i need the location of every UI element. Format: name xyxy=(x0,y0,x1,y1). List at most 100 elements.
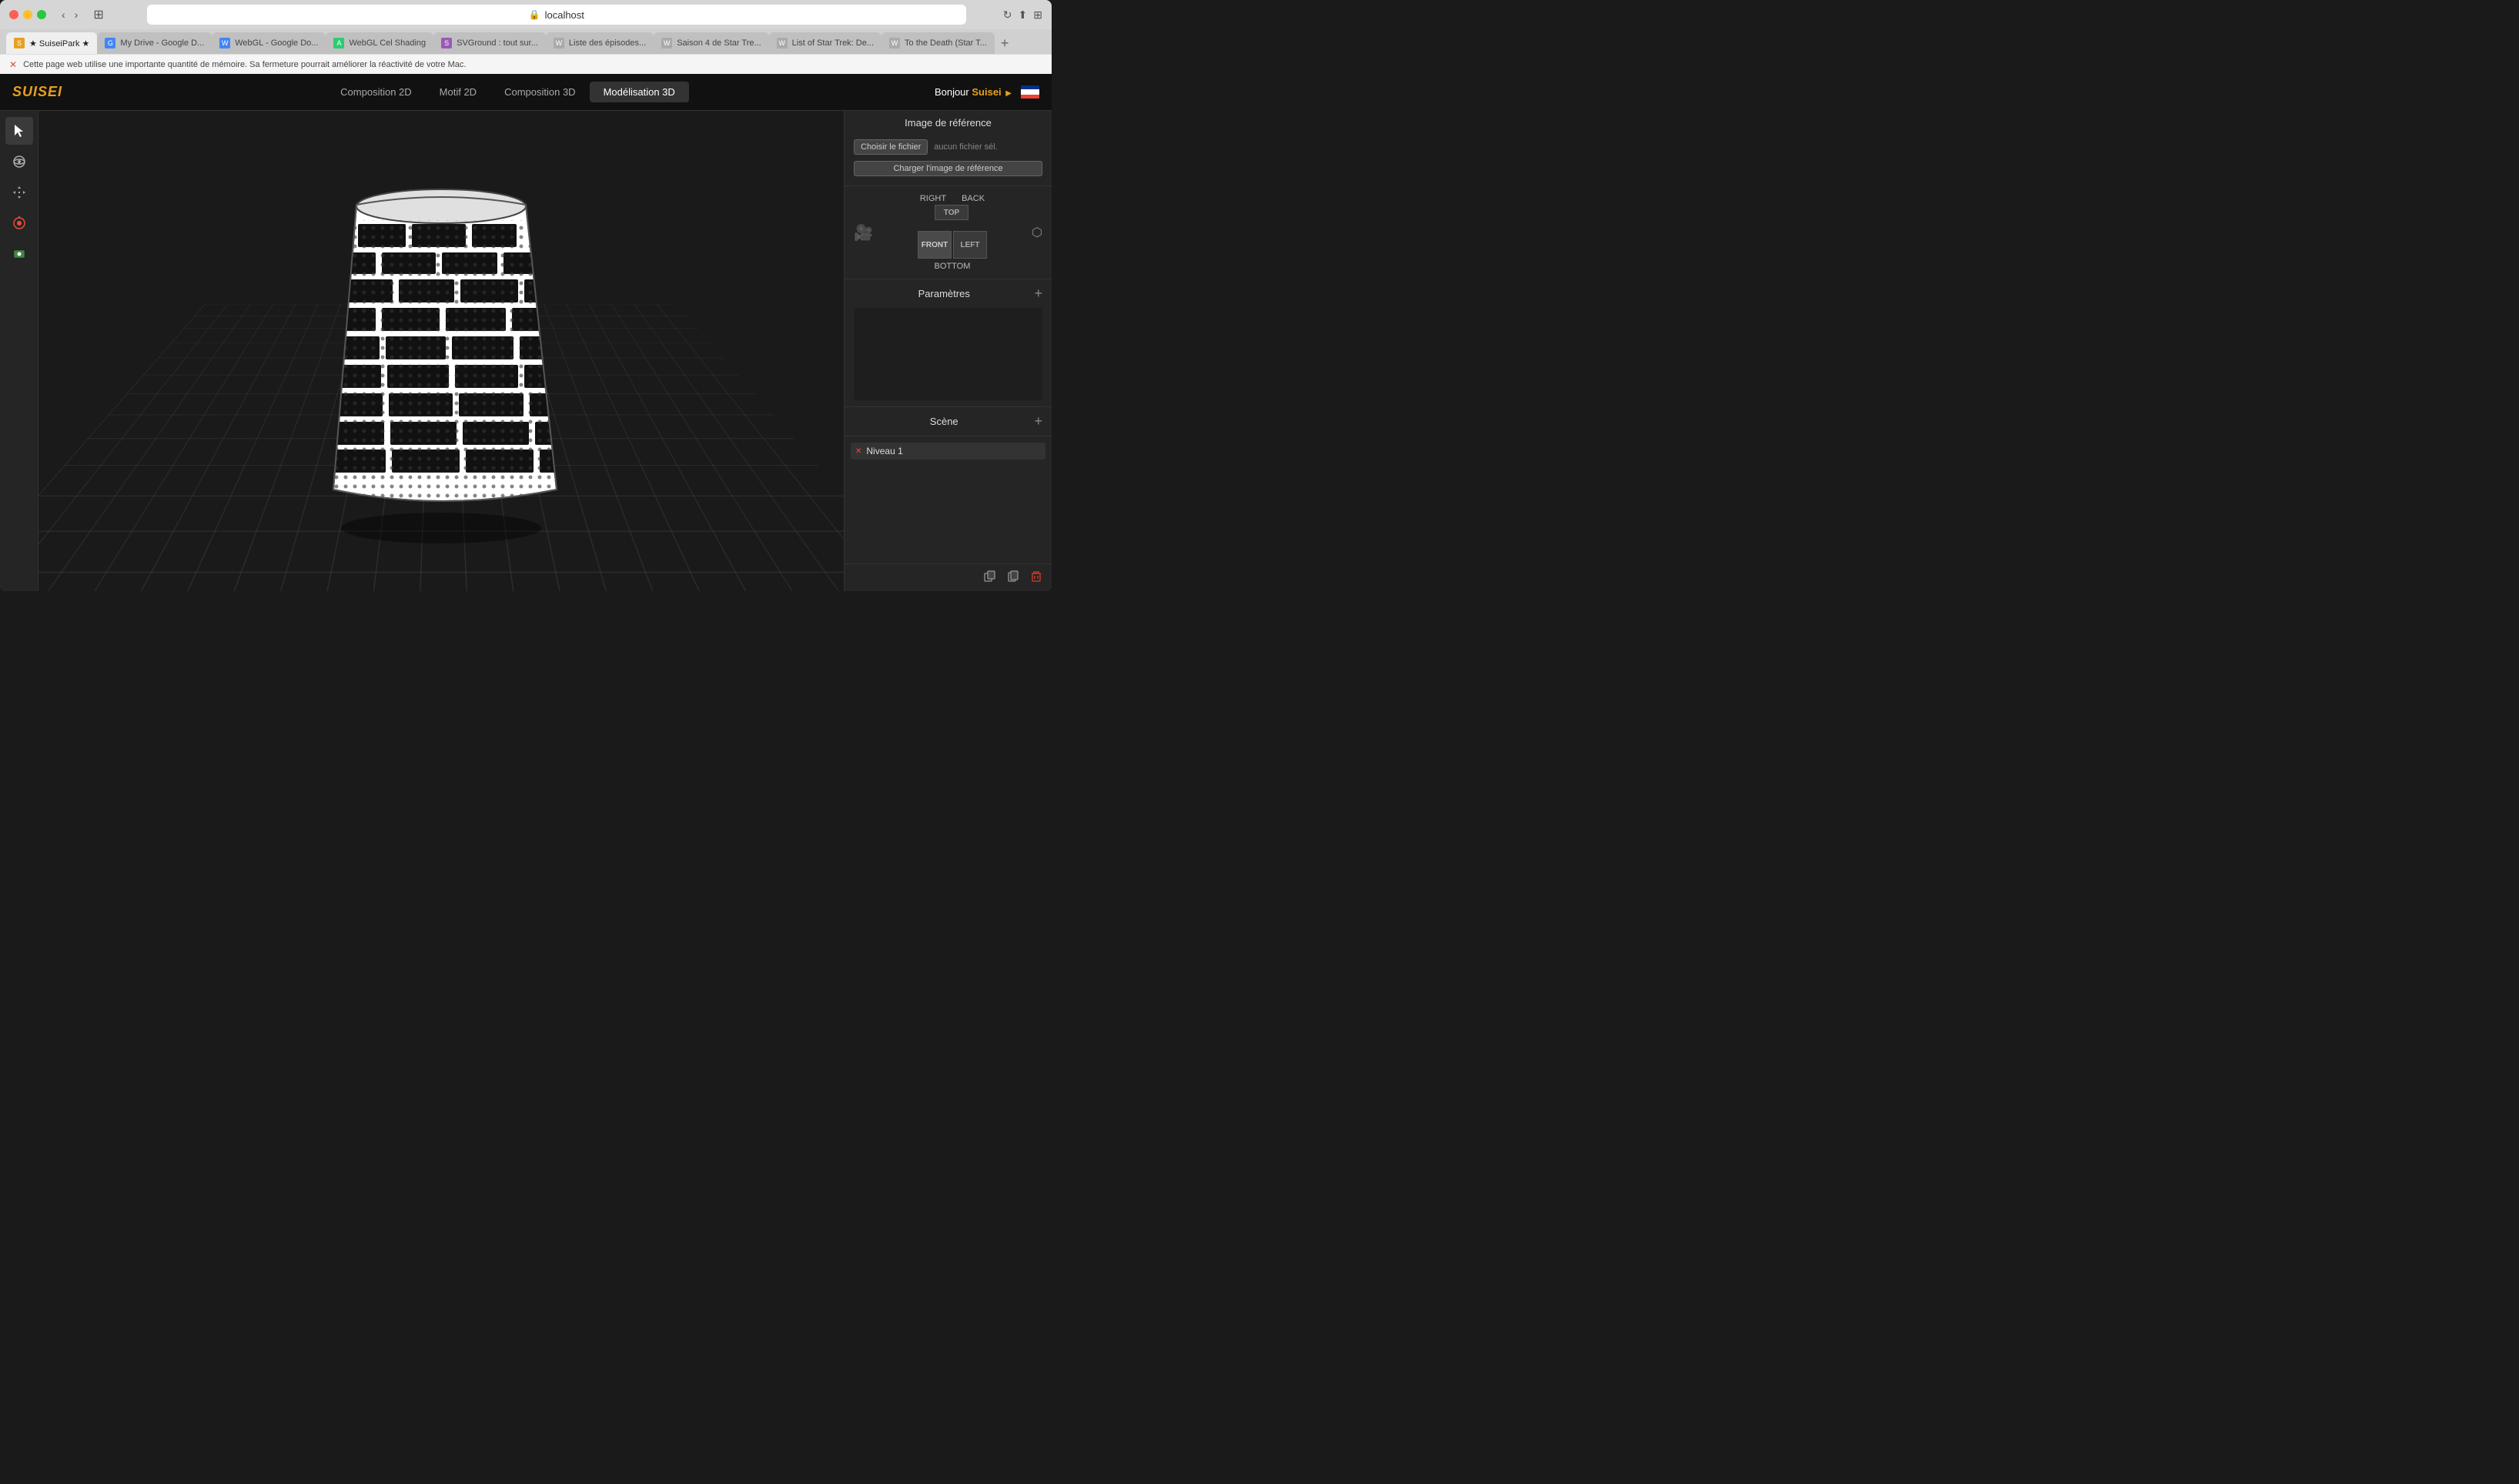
scene-body: ✕ Niveau 1 xyxy=(845,436,1052,563)
duplicate-icon xyxy=(984,570,996,583)
tab-to-the-death[interactable]: W To the Death (Star T... xyxy=(881,32,995,54)
viewport-3d[interactable] xyxy=(38,111,844,591)
info-bar: ✕ Cette page web utilise une importante … xyxy=(0,54,1052,74)
tab-svground[interactable]: SSVGround : tout sur... xyxy=(433,32,546,54)
scene-item-icon: ✕ xyxy=(855,447,861,456)
camera-icon: 🎥 xyxy=(854,223,873,242)
play-icon[interactable]: ▶ xyxy=(1005,89,1012,98)
workspace: Image de référence Choisir le fichier au… xyxy=(0,111,1052,591)
parametres-body xyxy=(854,308,1042,400)
tab-suiseipark[interactable]: S ★ SuiseiPark ★ xyxy=(6,32,97,54)
minimize-button[interactable] xyxy=(23,10,32,19)
layer-icon xyxy=(12,246,27,262)
tab-list-star-trek[interactable]: W List of Star Trek: De... xyxy=(769,32,881,54)
header-right: Bonjour Suisei ▶ xyxy=(935,85,1039,99)
tab-label: Liste des épisodes... xyxy=(569,38,646,48)
tab-favicon: W xyxy=(777,38,788,48)
back-nav-button[interactable]: ‹ xyxy=(59,7,69,22)
scene-header: Scène + xyxy=(845,407,1052,436)
nav-motif-2d[interactable]: Motif 2D xyxy=(426,82,490,102)
add-tab-button[interactable]: + xyxy=(995,32,1015,54)
greeting-text: Bonjour Suisei ▶ xyxy=(935,86,1012,98)
info-bar-icon: ✕ xyxy=(9,59,17,70)
cube-visual[interactable]: TOP FRONT LEFT xyxy=(918,205,987,259)
tab-bar: S★ SuiseiPark ★GMy Drive - Google D...WW… xyxy=(0,29,1052,54)
scene-copy-button[interactable] xyxy=(1004,569,1022,587)
tab-favicon: S xyxy=(14,38,25,48)
rotate-icon xyxy=(12,216,27,231)
tab-webgl-google[interactable]: W WebGL - Google Do... xyxy=(212,32,326,54)
tab-favicon: W xyxy=(661,38,672,48)
choose-file-button[interactable]: Choisir le fichier xyxy=(854,139,928,155)
nav-composition-3d[interactable]: Composition 3D xyxy=(490,82,590,102)
left-sidebar xyxy=(0,111,38,591)
tab-saison4[interactable]: WSaison 4 de Star Tre... xyxy=(654,32,768,54)
tab-favicon: W xyxy=(889,38,900,48)
scene-duplicate-button[interactable] xyxy=(981,569,999,587)
forward-nav-button[interactable]: › xyxy=(72,7,82,22)
maximize-button[interactable] xyxy=(37,10,46,19)
delete-icon xyxy=(1030,570,1042,583)
scene-footer xyxy=(845,563,1052,591)
lock-icon: 🔒 xyxy=(529,9,540,20)
orbit-tool-button[interactable] xyxy=(5,148,33,175)
move-tool-button[interactable] xyxy=(5,179,33,206)
tab-label: ★ SuiseiPark ★ xyxy=(29,38,89,48)
tab-favicon: A xyxy=(333,38,344,48)
app-logo: SUISEI xyxy=(12,84,62,100)
scene-title: Scène xyxy=(854,416,1034,427)
parametres-header: Paramètres + xyxy=(845,279,1052,308)
tab-label: List of Star Trek: De... xyxy=(792,38,874,48)
traffic-lights xyxy=(9,10,46,19)
new-tab-button[interactable]: ⊞ xyxy=(1033,8,1042,22)
app-content: SUISEI Composition 2D Motif 2D Compositi… xyxy=(0,74,1052,591)
nav-composition-2d[interactable]: Composition 2D xyxy=(326,82,426,102)
cursor-icon xyxy=(12,123,27,139)
nav-modelisation-3d[interactable]: Modélisation 3D xyxy=(590,82,689,102)
info-bar-text: Cette page web utilise une importante qu… xyxy=(23,60,466,69)
tab-label: WebGL - Google Do... xyxy=(235,38,318,48)
right-panel: Image de référence Choisir le fichier au… xyxy=(844,111,1052,591)
sidebar-toggle-button[interactable]: ⊞ xyxy=(93,7,103,22)
reference-image-section: Image de référence Choisir le fichier au… xyxy=(845,111,1052,186)
ref-image-controls: Choisir le fichier aucun fichier sél. xyxy=(854,139,1042,155)
language-flag[interactable] xyxy=(1021,85,1039,99)
tab-favicon: W xyxy=(219,38,230,48)
3d-object-svg xyxy=(295,159,587,543)
cube-navigator: RIGHT BACK TOP FRONT LEFT BOTTOM xyxy=(879,194,1025,271)
cube-right-label[interactable]: RIGHT xyxy=(920,194,946,203)
scene-item-niveau1[interactable]: ✕ Niveau 1 xyxy=(851,443,1045,460)
address-text: localhost xyxy=(545,9,584,21)
layer-tool-button[interactable] xyxy=(5,240,33,268)
camera-section: 🎥 RIGHT BACK TOP FRONT LEFT BOTTOM xyxy=(845,186,1052,279)
nav-buttons: ‹ › xyxy=(59,7,81,22)
scene-section: Scène + ✕ Niveau 1 xyxy=(845,407,1052,591)
close-button[interactable] xyxy=(9,10,18,19)
tab-google-drive[interactable]: GMy Drive - Google D... xyxy=(97,32,212,54)
scene-add-button[interactable]: + xyxy=(1034,413,1042,429)
tab-favicon: W xyxy=(554,38,564,48)
cube-bottom-label[interactable]: BOTTOM xyxy=(935,262,971,271)
scene-delete-button[interactable] xyxy=(1027,569,1045,587)
cube-left-face[interactable]: LEFT xyxy=(953,231,987,259)
address-bar[interactable]: 🔒 localhost xyxy=(147,5,966,25)
load-reference-button[interactable]: Charger l'image de référence xyxy=(854,161,1042,176)
app-nav: Composition 2D Motif 2D Composition 3D M… xyxy=(81,82,935,102)
tab-liste-episodes[interactable]: W Liste des épisodes... xyxy=(546,32,654,54)
reference-image-title: Image de référence xyxy=(854,117,1042,129)
cube-top-face[interactable]: TOP xyxy=(935,205,968,220)
toolbar-right: ↻ ⬆ ⊞ xyxy=(1003,8,1042,22)
select-tool-button[interactable] xyxy=(5,117,33,145)
tab-webgl-cel[interactable]: AWebGL Cel Shading xyxy=(326,32,433,54)
orbit-icon xyxy=(12,154,27,169)
cube-front-face[interactable]: FRONT xyxy=(918,231,952,259)
tab-label: To the Death (Star T... xyxy=(905,38,987,48)
parametres-add-button[interactable]: + xyxy=(1034,286,1042,302)
reference-image-body: Choisir le fichier aucun fichier sél. Ch… xyxy=(845,135,1052,186)
reload-button[interactable]: ↻ xyxy=(1003,8,1012,22)
share-button[interactable]: ⬆ xyxy=(1019,8,1028,22)
tab-label: SVGround : tout sur... xyxy=(457,38,538,48)
cube-settings-icon[interactable]: ⬡ xyxy=(1032,225,1042,240)
rotate-tool-button[interactable] xyxy=(5,209,33,237)
cube-back-label[interactable]: BACK xyxy=(962,194,985,203)
